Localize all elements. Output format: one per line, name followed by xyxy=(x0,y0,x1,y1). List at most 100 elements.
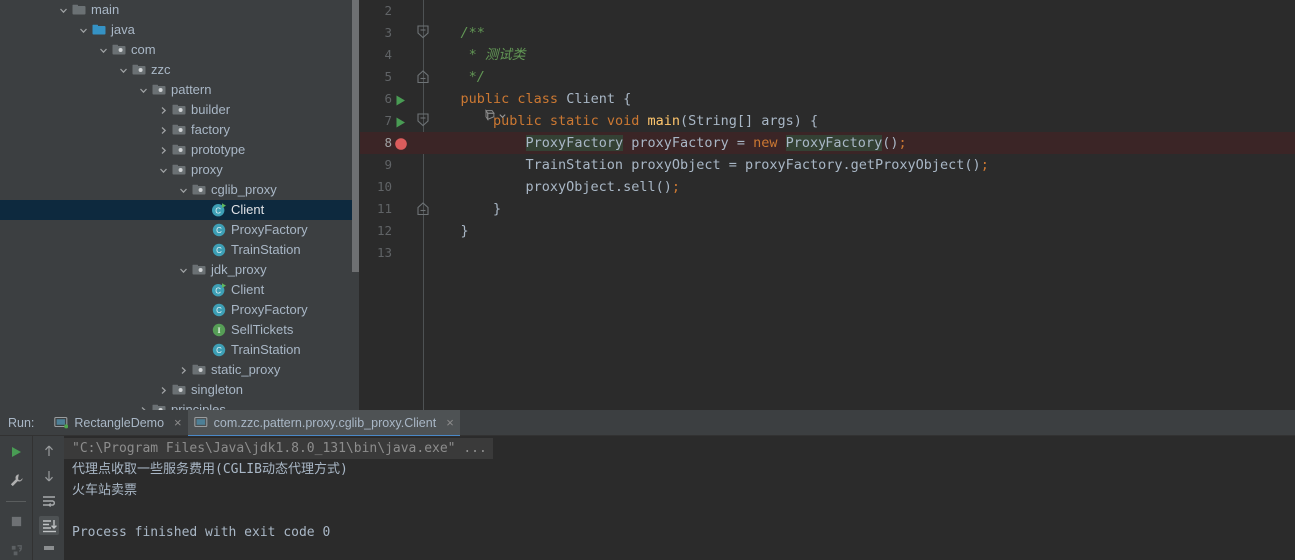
run-tab[interactable]: com.zzc.pattern.proxy.cglib_proxy.Client… xyxy=(187,409,460,437)
tree-item-label: main xyxy=(91,2,120,17)
chevron-down-icon[interactable] xyxy=(158,165,169,176)
tree-item-cglib-proxy[interactable]: cglib_proxy xyxy=(0,180,360,200)
rerun-run-button[interactable] xyxy=(6,442,26,461)
editor-line[interactable]: 4 * 测试类 xyxy=(360,44,1295,66)
chevron-down-icon[interactable] xyxy=(98,45,109,56)
chevron-right-icon[interactable] xyxy=(158,125,169,136)
package-icon xyxy=(171,122,187,138)
arrow-up-icon[interactable] xyxy=(39,442,59,461)
run-tab[interactable]: RectangleDemo × xyxy=(48,410,187,436)
chevron-right-icon[interactable] xyxy=(158,385,169,396)
tree-item-label: singleton xyxy=(191,382,244,397)
package-icon xyxy=(171,102,187,118)
console-command-line[interactable]: "C:\Program Files\Java\jdk1.8.0_131\bin\… xyxy=(64,438,493,459)
tree-item-trainstation[interactable]: C TrainStation xyxy=(0,240,360,260)
tree-item-builder[interactable]: builder xyxy=(0,100,360,120)
tree-item-factory[interactable]: factory xyxy=(0,120,360,140)
tree-item-label: proxy xyxy=(191,162,223,177)
close-icon[interactable]: × xyxy=(174,415,182,430)
code-text: ProxyFactory proxyFactory = new ProxyFac… xyxy=(525,135,907,151)
fold-blank xyxy=(417,3,430,19)
tree-item-proxyfactory[interactable]: C ProxyFactory xyxy=(0,220,360,240)
inlay-hint-icon[interactable] xyxy=(482,108,510,122)
wrench-icon[interactable] xyxy=(6,471,26,490)
editor-line[interactable]: 11 } xyxy=(360,198,1295,220)
editor-line[interactable]: 9 TrainStation proxyObject = proxyFactor… xyxy=(360,154,1295,176)
chevron-down-icon[interactable] xyxy=(178,185,189,196)
tree-item-static-proxy[interactable]: static_proxy xyxy=(0,360,360,380)
stop-button[interactable] xyxy=(6,512,26,531)
soft-wrap-icon[interactable] xyxy=(39,492,59,511)
project-tree-panel[interactable]: main java com zzc pattern builder factory proto… xyxy=(0,0,360,410)
console-text: 代理点收取一些服务费用(CGLIB动态代理方式) xyxy=(72,462,348,477)
svg-text:C: C xyxy=(216,346,222,355)
tree-item-principles[interactable]: principles xyxy=(0,400,360,410)
tree-item-trainstation[interactable]: C TrainStation xyxy=(0,340,360,360)
tree-item-prototype[interactable]: prototype xyxy=(0,140,360,160)
print-icon[interactable] xyxy=(39,541,59,560)
tree-item-pattern[interactable]: pattern xyxy=(0,80,360,100)
editor-line[interactable]: 10 proxyObject.sell(); xyxy=(360,176,1295,198)
rerun-failed-icon[interactable] xyxy=(6,541,26,560)
run-gutter-icon[interactable] xyxy=(394,92,410,107)
run-gutter-icon[interactable] xyxy=(394,114,410,129)
code-text: } xyxy=(428,201,502,217)
editor-line[interactable]: 3 /** xyxy=(360,22,1295,44)
code-text: * 测试类 xyxy=(428,47,526,63)
package-icon xyxy=(171,142,187,158)
tree-item-proxyfactory[interactable]: C ProxyFactory xyxy=(0,300,360,320)
console-line: 代理点收取一些服务费用(CGLIB动态代理方式) xyxy=(64,459,1295,480)
editor-line[interactable]: 2 xyxy=(360,0,1295,22)
editor-lines[interactable]: 23 /** 4 * 测试类 5 */6 public class Client {… xyxy=(360,0,1295,264)
tree-item-singleton[interactable]: singleton xyxy=(0,380,360,400)
chevron-right-icon[interactable] xyxy=(158,145,169,156)
tree-item-label: jdk_proxy xyxy=(211,262,267,277)
gutter-blank xyxy=(394,224,410,239)
close-icon[interactable]: × xyxy=(446,415,454,430)
folder-gray-icon xyxy=(71,2,87,18)
tree-item-java[interactable]: java xyxy=(0,20,360,40)
chevron-down-icon[interactable] xyxy=(178,265,189,276)
code-editor[interactable]: 23 /** 4 * 测试类 5 */6 public class Client {… xyxy=(360,0,1295,410)
tree-item-client[interactable]: C Client xyxy=(0,280,360,300)
chevron-right-icon[interactable] xyxy=(158,105,169,116)
tree-item-jdk-proxy[interactable]: jdk_proxy xyxy=(0,260,360,280)
console-output[interactable]: "C:\Program Files\Java\jdk1.8.0_131\bin\… xyxy=(64,436,1295,560)
chevron-down-icon[interactable] xyxy=(138,85,149,96)
tree-item-label: zzc xyxy=(151,62,171,77)
chevron-down-icon[interactable] xyxy=(78,25,89,36)
editor-line[interactable]: 5 */ xyxy=(360,66,1295,88)
tree-item-com[interactable]: com xyxy=(0,40,360,60)
chevron-down-icon[interactable] xyxy=(118,65,129,76)
class-run-icon: C xyxy=(211,202,227,218)
code-text: /** xyxy=(460,25,485,41)
tree-item-label: principles xyxy=(171,402,226,410)
tree-item-main[interactable]: main xyxy=(0,0,360,20)
console-line: "C:\Program Files\Java\jdk1.8.0_131\bin\… xyxy=(64,438,1295,459)
editor-line[interactable]: 8 ProxyFactory proxyFactory = new ProxyF… xyxy=(360,132,1295,154)
editor-line[interactable]: 12 } xyxy=(360,220,1295,242)
package-icon xyxy=(191,262,207,278)
editor-line[interactable]: 13 xyxy=(360,242,1295,264)
run-tabs[interactable]: RectangleDemo × com.zzc.pattern.proxy.cgli… xyxy=(48,409,460,437)
run-body: "C:\Program Files\Java\jdk1.8.0_131\bin\… xyxy=(0,436,1295,560)
chevron-right-icon[interactable] xyxy=(178,365,189,376)
breakpoint-icon[interactable] xyxy=(394,136,410,151)
run-toolbar-primary[interactable] xyxy=(0,436,32,560)
svg-text:C: C xyxy=(215,286,221,295)
tree-item-client[interactable]: C Client xyxy=(0,200,360,220)
project-tree[interactable]: main java com zzc pattern builder factory proto… xyxy=(0,0,360,410)
gutter-blank xyxy=(394,4,410,19)
arrow-down-icon[interactable] xyxy=(39,467,59,486)
tree-item-zzc[interactable]: zzc xyxy=(0,60,360,80)
editor-line[interactable]: 6 public class Client { xyxy=(360,88,1295,110)
run-toolbar-secondary[interactable] xyxy=(32,436,64,560)
tree-item-selltickets[interactable]: I SellTickets xyxy=(0,320,360,340)
scroll-to-end-icon[interactable] xyxy=(38,516,59,536)
chevron-down-icon[interactable] xyxy=(58,5,69,16)
tree-item-proxy[interactable]: proxy xyxy=(0,160,360,180)
class-icon: C xyxy=(211,302,227,318)
code-text: TrainStation proxyObject = proxyFactory.… xyxy=(428,157,989,173)
project-tree-scrollbar[interactable] xyxy=(352,0,359,272)
